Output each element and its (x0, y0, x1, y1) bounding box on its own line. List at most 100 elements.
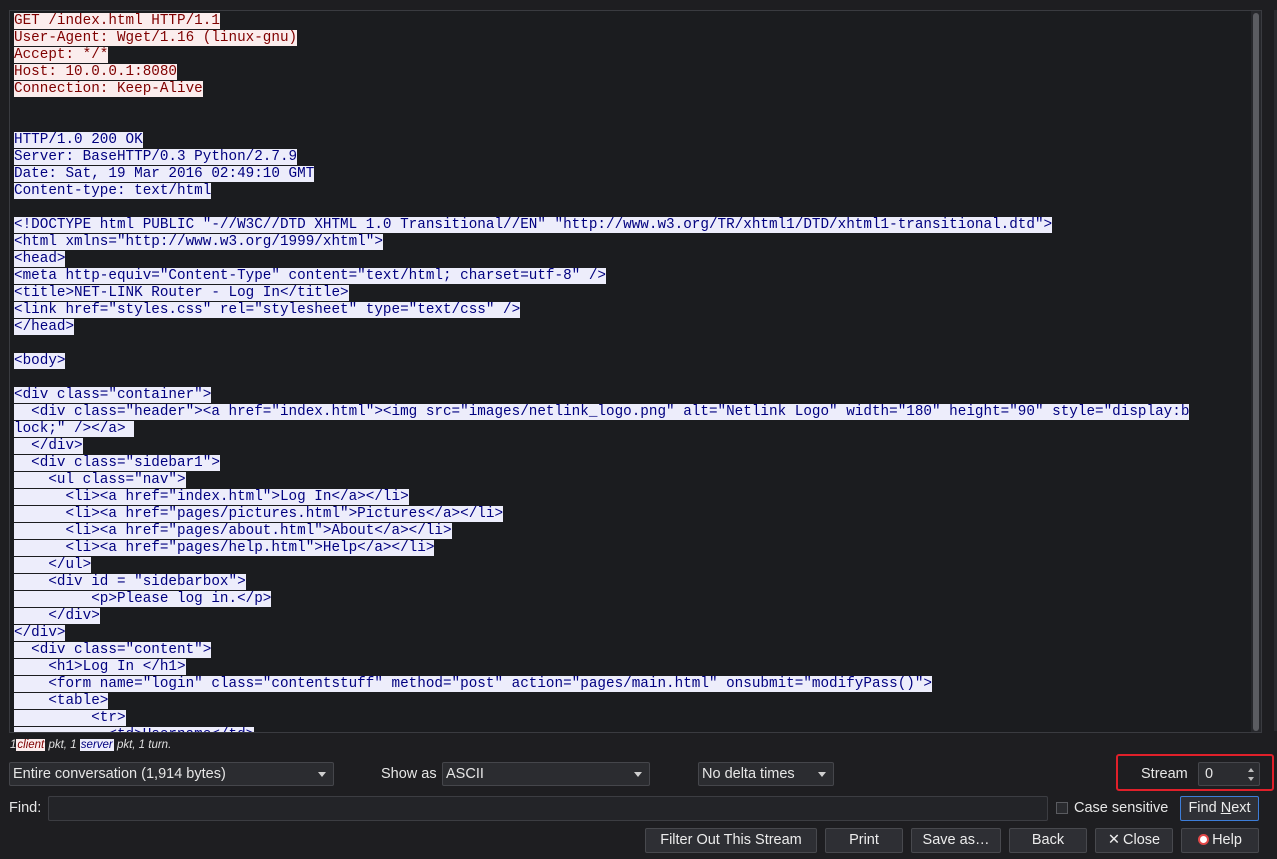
client-text: Connection: Keep-Alive (14, 81, 203, 97)
find-next-button[interactable]: Find Next (1180, 796, 1259, 821)
stream-line: <html xmlns="http://www.w3.org/1999/xhtm… (14, 234, 1251, 251)
stream-summary: 1client pkt, 1 server pkt, 1 turn. (10, 739, 171, 754)
server-text: <h1>Log In </h1> (14, 659, 186, 675)
stream-line: <ul class="nav"> (14, 472, 1251, 489)
conversation-select-value: Entire conversation (1,914 bytes) (13, 766, 226, 782)
server-text: <div id = "sidebarbox"> (14, 574, 246, 590)
stream-line: </div> (14, 625, 1251, 642)
server-text: <body> (14, 353, 66, 369)
back-button[interactable]: Back (1009, 828, 1087, 853)
server-text: <html xmlns="http://www.w3.org/1999/xhtm… (14, 234, 383, 250)
find-next-label-mnemonic: N (1220, 800, 1232, 816)
stream-line (14, 200, 1251, 217)
stream-line: HTTP/1.0 200 OK (14, 132, 1251, 149)
stream-line: GET /index.html HTTP/1.1 (14, 13, 1251, 30)
back-label: Back (1031, 832, 1065, 848)
stream-line: <div class="header"><a href="index.html"… (14, 404, 1251, 421)
server-text: <meta http-equiv="Content-Type" content=… (14, 268, 606, 284)
stream-line: <table> (14, 693, 1251, 710)
delta-times-select-value: No delta times (702, 766, 795, 782)
stream-line: <!DOCTYPE html PUBLIC "-//W3C//DTD XHTML… (14, 217, 1251, 234)
lifebuoy-icon (1198, 834, 1210, 845)
server-text: <td>Username</td> (14, 727, 255, 732)
stream-line: <div class="sidebar1"> (14, 455, 1251, 472)
scrollbar-thumb[interactable] (1253, 13, 1259, 731)
server-text: <div class="sidebar1"> (14, 455, 220, 471)
stream-line: <h1>Log In </h1> (14, 659, 1251, 676)
stream-line: <div id = "sidebarbox"> (14, 574, 1251, 591)
client-text: Accept: */* (14, 47, 109, 63)
server-text: <li><a href="pages/pictures.html">Pictur… (14, 506, 504, 522)
show-as-select-value: ASCII (446, 766, 484, 782)
stream-line: Content-type: text/html (14, 183, 1251, 200)
stream-line: <head> (14, 251, 1251, 268)
server-text: <table> (14, 693, 109, 709)
server-text: Date: Sat, 19 Mar 2016 02:49:10 GMT (14, 166, 315, 182)
save-as-button[interactable]: Save as… (911, 828, 1001, 853)
server-text: </div> (14, 438, 83, 454)
stream-line: <td>Username</td> (14, 727, 1251, 732)
help-label: Help (1212, 832, 1242, 848)
find-label: Find: (9, 800, 42, 816)
case-sensitive-checkbox[interactable] (1056, 802, 1068, 814)
print-button[interactable]: Print (825, 828, 903, 853)
stream-line: </head> (14, 319, 1251, 336)
server-text: <li><a href="pages/about.html">About</a>… (14, 523, 452, 539)
stream-line: Accept: */* (14, 47, 1251, 64)
stream-number-value: 0 (1205, 766, 1214, 782)
server-text: <ul class="nav"> (14, 472, 186, 488)
filter-out-stream-label: Filter Out This Stream (660, 832, 802, 848)
stream-line: <li><a href="index.html">Log In</a></li> (14, 489, 1251, 506)
stream-line: Server: BaseHTTP/0.3 Python/2.7.9 (14, 149, 1251, 166)
stream-label: Stream (1141, 766, 1188, 782)
show-as-label: Show as (381, 766, 437, 782)
server-chip: server (79, 739, 114, 751)
stream-line: </div> (14, 608, 1251, 625)
stream-line: <title>NET-LINK Router - Log In</title> (14, 285, 1251, 302)
client-text: User-Agent: Wget/1.16 (linux-gnu) (14, 30, 298, 46)
server-text: <tr> (14, 710, 126, 726)
print-label: Print (849, 832, 879, 848)
server-text: <li><a href="pages/help.html">Help</a></… (14, 540, 435, 556)
stream-line: <div class="container"> (14, 387, 1251, 404)
stream-line: <meta http-equiv="Content-Type" content=… (14, 268, 1251, 285)
find-input[interactable] (48, 796, 1048, 821)
conversation-select[interactable]: Entire conversation (1,914 bytes) (9, 762, 334, 786)
save-as-label: Save as… (922, 832, 990, 848)
filter-out-stream-button[interactable]: Filter Out This Stream (645, 828, 817, 853)
stream-line: <p>Please log in.</p> (14, 591, 1251, 608)
server-text: Content-type: text/html (14, 183, 212, 199)
spin-down-icon[interactable] (1248, 777, 1254, 781)
help-button[interactable]: Help (1181, 828, 1259, 853)
close-button[interactable]: ✕ Close (1095, 828, 1173, 853)
stream-line: Host: 10.0.0.1:8080 (14, 64, 1251, 81)
stream-content-view[interactable]: GET /index.html HTTP/1.1 User-Agent: Wget… (9, 10, 1262, 733)
stream-lines: GET /index.html HTTP/1.1 User-Agent: Wget… (14, 13, 1251, 732)
client-chip: client (16, 739, 46, 751)
server-text: </div> (14, 608, 100, 624)
server-text: <li><a href="index.html">Log In</a></li> (14, 489, 409, 505)
follow-tcp-stream-window: GET /index.html HTTP/1.1 User-Agent: Wget… (0, 0, 1277, 859)
stream-line (14, 370, 1251, 387)
server-text: Server: BaseHTTP/0.3 Python/2.7.9 (14, 149, 298, 165)
stream-line: </ul> (14, 557, 1251, 574)
spin-up-icon[interactable] (1248, 768, 1254, 772)
delta-times-select[interactable]: No delta times (698, 762, 834, 786)
close-label: Close (1123, 832, 1161, 848)
stream-line: <li><a href="pages/about.html">About</a>… (14, 523, 1251, 540)
chevron-down-icon (818, 772, 826, 777)
stream-line: <li><a href="pages/help.html">Help</a></… (14, 540, 1251, 557)
stream-number-spinbox[interactable]: 0 (1198, 762, 1260, 786)
find-next-label-pre: Find (1188, 800, 1221, 816)
server-text: <div class="header"><a href="index.html"… (14, 404, 1190, 420)
server-text: lock;" /></a> (14, 421, 135, 437)
stream-line: lock;" /></a> (14, 421, 1251, 438)
stream-scrollbar[interactable] (1251, 11, 1261, 732)
server-text: HTTP/1.0 200 OK (14, 132, 143, 148)
client-text: Host: 10.0.0.1:8080 (14, 64, 178, 80)
find-next-label-post: ext (1231, 800, 1251, 816)
show-as-select[interactable]: ASCII (442, 762, 650, 786)
stream-line: <link href="styles.css" rel="stylesheet"… (14, 302, 1251, 319)
server-text: <p>Please log in.</p> (14, 591, 272, 607)
close-icon: ✕ (1107, 832, 1121, 848)
